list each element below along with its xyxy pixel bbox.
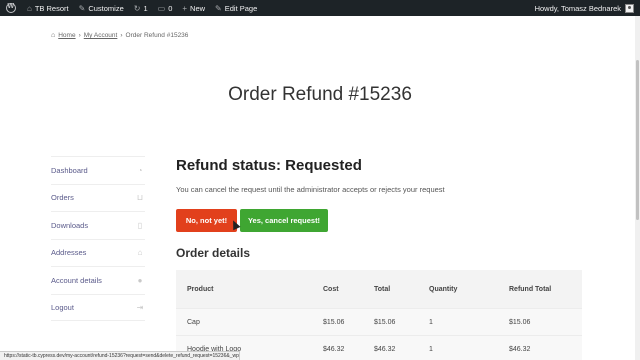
home-icon: ⌂ [137,248,143,258]
column-header-quantity: Quantity [429,285,458,293]
user-icon: ● [137,275,143,285]
nav-item-label: Dashboard [51,165,88,175]
cell-quantity: 1 [429,318,433,326]
nav-item-addresses[interactable]: Addresses ⌂ [51,238,145,267]
wordpress-logo-menu[interactable] [0,0,22,16]
wordpress-icon [6,3,16,13]
howdy-label: Howdy, Tomasz Bednarek [534,3,621,13]
home-icon: ⌂ [27,3,32,13]
breadcrumb-current: Order Refund #15236 [125,32,189,39]
my-account-menu[interactable]: Howdy, Tomasz Bednarek [534,3,640,13]
site-name-menu[interactable]: ⌂ TB Resort [22,0,74,16]
comments-count: 0 [168,3,173,13]
updates-icon: ↻ [133,3,141,13]
account-navigation: Dashboard ◔ Orders ⊔ Downloads ▯ Address… [51,156,145,321]
status-bar-url: https://static-tb.cypress.dev/my-account… [0,351,240,360]
refund-status-heading: Refund status: Requested [176,157,362,174]
cell-refund-total: $15.06 [509,318,531,326]
logout-icon: ⇥ [136,302,144,312]
home-icon: ⌂ [51,32,56,39]
breadcrumb-separator: › [78,32,81,39]
cell-total: $46.32 [374,345,396,353]
basket-icon: ⊔ [136,193,144,203]
nav-item-orders[interactable]: Orders ⊔ [51,183,145,212]
nav-item-label: Logout [51,302,74,312]
file-download-icon: ▯ [137,220,143,230]
wp-admin-bar: ⌂ TB Resort ✎ Customize ↻ 1 ▭ 0 + New ✎ … [0,0,640,16]
table-header: Product Cost Total Quantity Refund Total [176,270,582,308]
cell-product: Cap [187,318,200,326]
cell-quantity: 1 [429,345,433,353]
page-scrollbar[interactable] [635,16,640,360]
new-content-menu[interactable]: + New [177,0,210,16]
cell-cost: $15.06 [323,318,345,326]
column-header-cost: Cost [323,285,339,293]
no-not-yet-button[interactable]: No, not yet! [176,209,237,232]
nav-item-label: Downloads [51,220,89,230]
cell-refund-total: $46.32 [509,345,531,353]
order-details-table: Product Cost Total Quantity Refund Total… [176,270,582,360]
edit-page-link[interactable]: ✎ Edit Page [210,0,262,16]
order-details-title: Order details [176,246,251,260]
nav-item-account-details[interactable]: Account details ● [51,266,145,294]
new-label: New [190,3,206,13]
nav-item-dashboard[interactable]: Dashboard ◔ [51,156,145,184]
paintbrush-icon: ✎ [78,3,86,13]
nav-item-logout[interactable]: Logout ⇥ [51,293,145,321]
column-header-refund-total: Refund Total [509,285,552,293]
nav-item-downloads[interactable]: Downloads ▯ [51,211,145,239]
yes-cancel-request-button[interactable]: Yes, cancel request! [240,209,328,232]
site-name-label: TB Resort [34,3,69,13]
comments-link[interactable]: ▭ 0 [153,0,178,16]
comment-icon: ▭ [157,3,166,13]
scrollbar-thumb[interactable] [636,60,639,220]
breadcrumb-separator: › [120,32,123,39]
breadcrumb-my-account-link[interactable]: My Account [84,32,118,39]
dashboard-icon: ◔ [137,165,143,175]
customize-link[interactable]: ✎ Customize [74,0,129,16]
nav-item-label: Account details [51,275,102,285]
column-header-total: Total [374,285,391,293]
nav-item-label: Addresses [51,248,87,258]
column-header-product: Product [187,285,214,293]
breadcrumb-home-link[interactable]: Home [58,32,75,39]
page-title: Order Refund #15236 [228,84,412,105]
nav-item-label: Orders [51,193,74,203]
breadcrumb: ⌂ Home › My Account › Order Refund #1523… [51,32,188,39]
plus-icon: + [182,3,188,13]
updates-link[interactable]: ↻ 1 [129,0,153,16]
refund-status-description: You can cancel the request until the adm… [176,185,445,194]
avatar [625,3,634,13]
table-row: Cap $15.06 $15.06 1 $15.06 [176,308,582,335]
edit-page-label: Edit Page [224,3,258,13]
cell-total: $15.06 [374,318,396,326]
pencil-icon: ✎ [215,3,222,13]
customize-label: Customize [88,3,124,13]
updates-count: 1 [143,3,148,13]
cell-cost: $46.32 [323,345,345,353]
